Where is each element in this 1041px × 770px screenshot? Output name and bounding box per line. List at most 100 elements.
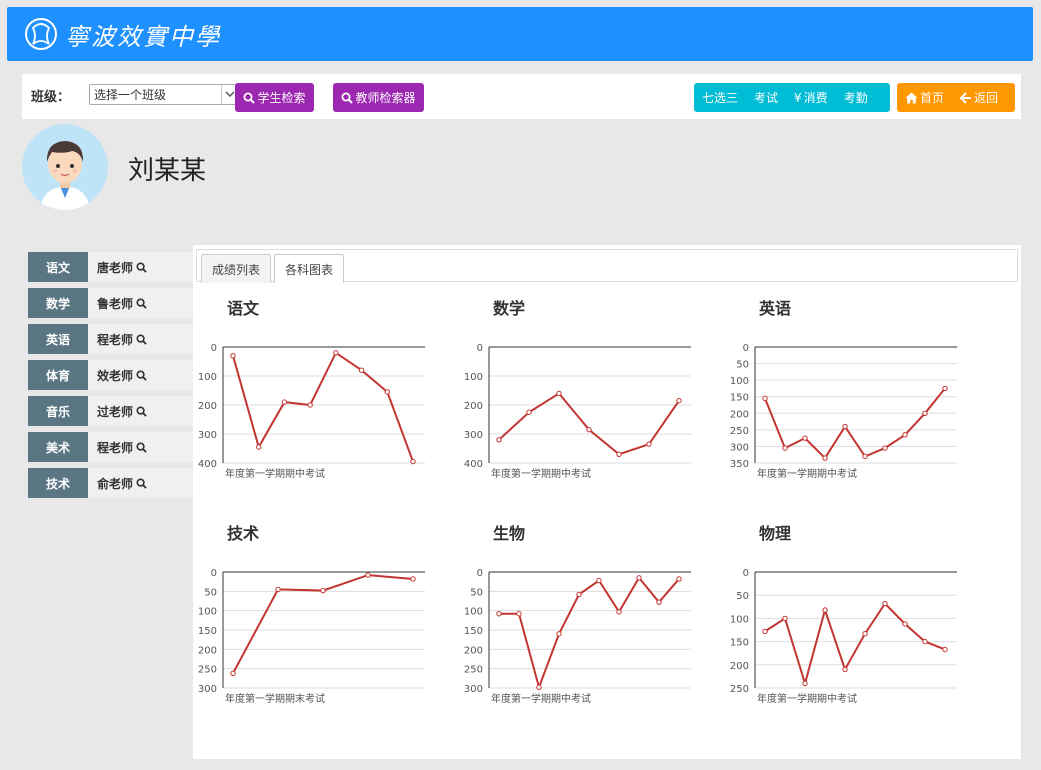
exam-button[interactable]: 考试 (746, 83, 786, 112)
y-tick-label: 150 (464, 626, 483, 637)
data-point[interactable] (762, 628, 768, 635)
subject-tag: 音乐 (28, 396, 88, 426)
subject-tag: 体育 (28, 360, 88, 390)
search-icon (136, 297, 147, 309)
subject-row-english[interactable]: 英语 程老师 (28, 324, 193, 354)
data-point[interactable] (822, 455, 828, 461)
data-point[interactable] (384, 389, 390, 395)
doctor-avatar-icon (40, 141, 90, 210)
data-point[interactable] (902, 621, 908, 627)
back-button[interactable]: 返回 (952, 83, 1006, 112)
data-point[interactable] (358, 367, 365, 373)
teacher-name: 唐老师 (97, 260, 134, 275)
data-point[interactable] (320, 587, 326, 594)
search-icon (136, 405, 147, 417)
data-point[interactable] (556, 631, 562, 637)
data-point[interactable] (882, 445, 888, 451)
subject-teacher[interactable]: 俞老师 (88, 468, 147, 498)
teacher-name: 俞老师 (97, 476, 134, 491)
data-point[interactable] (676, 576, 682, 582)
chart-physics: 物理 0 50 100 150 200 250 年度第一学期期中考试 (727, 520, 967, 720)
data-point[interactable] (616, 451, 622, 458)
home-button[interactable]: 首页 (897, 83, 952, 112)
y-tick-label: 300 (198, 684, 217, 695)
subject-row-technology[interactable]: 技术 俞老师 (28, 468, 193, 498)
data-point[interactable] (496, 437, 502, 443)
data-point[interactable] (516, 611, 522, 617)
data-point[interactable] (782, 445, 788, 451)
data-point[interactable] (656, 599, 662, 605)
data-point[interactable] (646, 441, 652, 447)
data-point[interactable] (842, 423, 848, 430)
teacher-name: 程老师 (97, 332, 134, 347)
data-point[interactable] (410, 576, 416, 582)
data-point[interactable] (822, 607, 828, 613)
elective-button[interactable]: 七选三 (694, 83, 746, 112)
data-point[interactable] (676, 397, 682, 404)
y-tick-label: 250 (730, 684, 749, 695)
data-point[interactable] (616, 609, 622, 615)
chart-english: 英语 0 50 100 150 200 250 300 350 年度第一学期期中考试 (727, 295, 967, 495)
data-point[interactable] (230, 353, 236, 359)
toolbar: 班级： 选择一个班级 学生检索 教师检索器 七选三 考试 ¥ 消费 考勤 首页 返… (22, 74, 1021, 119)
y-tick-label: 100 (464, 607, 483, 618)
class-label: 班级： (31, 90, 71, 105)
data-point[interactable] (556, 390, 562, 397)
student-search-button[interactable]: 学生检索 (235, 83, 314, 112)
data-point[interactable] (536, 684, 542, 690)
data-point[interactable] (410, 458, 416, 465)
subject-teacher[interactable]: 程老师 (88, 432, 147, 462)
data-point[interactable] (802, 680, 808, 687)
data-point[interactable] (882, 600, 888, 607)
consumption-button[interactable]: ¥ 消费 (786, 83, 836, 112)
subject-row-music[interactable]: 音乐 过老师 (28, 396, 193, 426)
subject-teacher[interactable]: 唐老师 (88, 252, 147, 282)
data-point[interactable] (230, 670, 236, 677)
data-point[interactable] (942, 646, 948, 653)
tab-bar: 成绩列表 各科图表 (196, 249, 1018, 283)
x-tick-label: 年度第一学期期末考试 (225, 692, 325, 705)
data-point[interactable] (842, 666, 848, 673)
tab-score-list[interactable]: 成绩列表 (201, 254, 272, 283)
data-point[interactable] (275, 586, 281, 593)
data-point[interactable] (365, 572, 371, 578)
subject-row-pe[interactable]: 体育 效老师 (28, 360, 193, 390)
data-point[interactable] (942, 385, 948, 392)
data-point[interactable] (333, 350, 339, 356)
teacher-name: 效老师 (97, 368, 134, 383)
data-point[interactable] (762, 395, 768, 402)
school-emblem-icon (25, 18, 57, 50)
data-point[interactable] (307, 402, 313, 408)
data-point[interactable] (586, 426, 592, 433)
teacher-search-button[interactable]: 教师检索器 (333, 83, 424, 112)
attendance-button[interactable]: 考勤 (836, 83, 876, 112)
data-point[interactable] (862, 453, 868, 460)
subject-teacher[interactable]: 鲁老师 (88, 288, 147, 318)
data-point[interactable] (526, 409, 532, 415)
data-point[interactable] (902, 432, 908, 438)
tab-subject-charts[interactable]: 各科图表 (274, 254, 345, 283)
tab-label: 成绩列表 (212, 262, 261, 277)
data-point[interactable] (922, 410, 928, 416)
data-point[interactable] (256, 444, 262, 450)
subject-row-math[interactable]: 数学 鲁老师 (28, 288, 193, 318)
data-point[interactable] (782, 615, 788, 622)
class-select[interactable]: 选择一个班级 (89, 84, 239, 105)
data-point[interactable] (281, 399, 288, 405)
subject-teacher[interactable]: 过老师 (88, 396, 147, 426)
subject-teacher[interactable]: 效老师 (88, 360, 147, 390)
subject-row-chinese[interactable]: 语文 唐老师 (28, 252, 193, 282)
y-tick-label: 0 (211, 343, 217, 354)
data-point[interactable] (596, 577, 602, 584)
data-point[interactable] (576, 591, 582, 598)
data-point[interactable] (922, 638, 928, 645)
data-point[interactable] (802, 435, 808, 441)
y-tick-label: 200 (730, 661, 749, 672)
data-point[interactable] (862, 631, 868, 637)
data-point[interactable] (496, 611, 502, 617)
data-point[interactable] (636, 575, 642, 581)
subject-teacher[interactable]: 程老师 (88, 324, 147, 354)
subject-row-art[interactable]: 美术 程老师 (28, 432, 193, 462)
school-logo[interactable]: 寧波效實中學 (23, 15, 221, 53)
y-tick-label: 300 (464, 430, 483, 441)
